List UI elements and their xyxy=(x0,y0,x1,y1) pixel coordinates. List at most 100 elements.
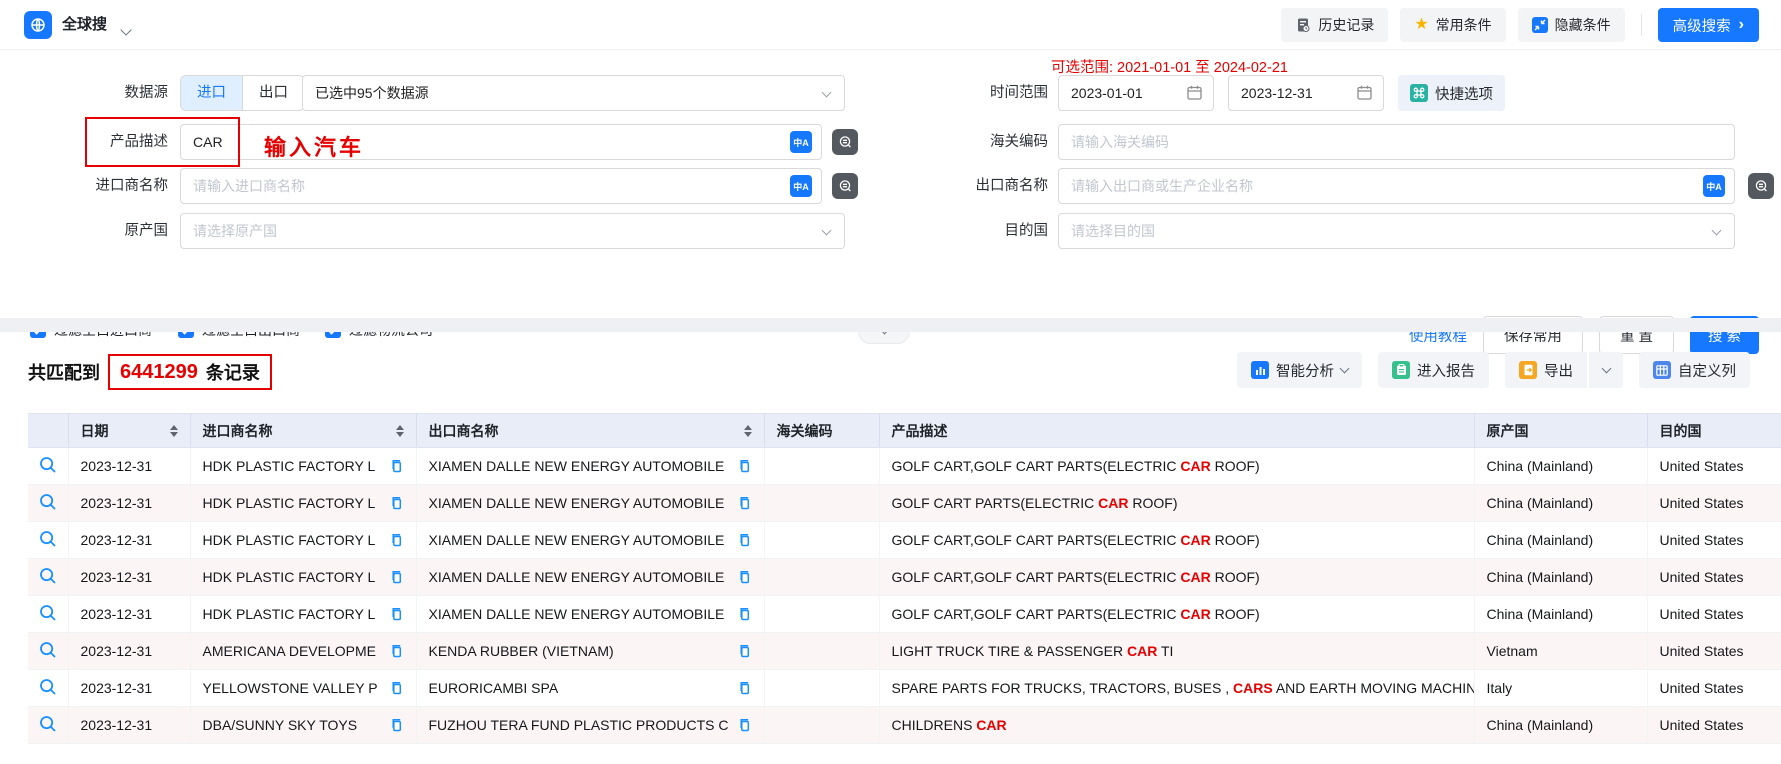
chevron-down-icon xyxy=(822,88,832,98)
smart-analysis-label: 智能分析 xyxy=(1276,360,1334,381)
view-detail-icon[interactable] xyxy=(38,677,58,697)
row-destination: United States xyxy=(1660,458,1744,474)
hide-conditions-button[interactable]: 隐藏条件 xyxy=(1518,8,1625,42)
row-destination: United States xyxy=(1660,606,1744,622)
hs-code-cell xyxy=(764,670,879,707)
copy-icon[interactable] xyxy=(389,458,404,474)
fuzzy-match-toggle-icon[interactable] xyxy=(832,173,858,199)
export-more-button[interactable] xyxy=(1589,352,1623,388)
header-date[interactable]: 日期 xyxy=(68,414,190,448)
row-importer: HDK PLASTIC FACTORY L xyxy=(203,458,376,474)
origin-country-placeholder: 请选择原产国 xyxy=(193,221,277,241)
copy-icon[interactable] xyxy=(389,532,404,548)
copy-icon[interactable] xyxy=(389,606,404,622)
sort-icon[interactable] xyxy=(170,425,178,437)
advanced-search-button[interactable]: 高级搜索 › xyxy=(1658,8,1759,42)
columns-icon xyxy=(1653,361,1671,379)
sort-icon[interactable] xyxy=(744,425,752,437)
export-button[interactable]: 导出 xyxy=(1505,352,1587,388)
row-destination: United States xyxy=(1660,532,1744,548)
destination-cell: United States xyxy=(1647,522,1781,559)
available-range-note: 可选范围: 2021-01-01 至 2024-02-21 xyxy=(1051,56,1288,77)
date-cell: 2023-12-31 xyxy=(68,559,190,596)
fuzzy-match-toggle-icon[interactable] xyxy=(832,129,858,155)
favorites-button[interactable]: ★ 常用条件 xyxy=(1400,8,1505,42)
exporter-input[interactable] xyxy=(1058,168,1735,204)
sort-icon[interactable] xyxy=(396,425,404,437)
view-detail-icon[interactable] xyxy=(38,566,58,586)
copy-icon[interactable] xyxy=(737,495,752,511)
table-row: 2023-12-31 HDK PLASTIC FACTORY L XIAMEN … xyxy=(28,596,1781,633)
desc-post: ROOF) xyxy=(1211,606,1260,622)
table-row: 2023-12-31 HDK PLASTIC FACTORY L XIAMEN … xyxy=(28,522,1781,559)
translate-icon[interactable]: 中A xyxy=(1703,175,1725,197)
destination-cell: United States xyxy=(1647,448,1781,485)
translate-icon[interactable]: 中A xyxy=(790,131,812,153)
smart-analysis-button[interactable]: 智能分析 xyxy=(1237,352,1362,388)
custom-columns-button[interactable]: 自定义列 xyxy=(1639,352,1750,388)
copy-icon[interactable] xyxy=(737,569,752,585)
header-exporter[interactable]: 出口商名称 xyxy=(416,414,764,448)
desc-highlight: CAR xyxy=(1180,569,1210,585)
view-detail-icon[interactable] xyxy=(38,529,58,549)
header-importer[interactable]: 进口商名称 xyxy=(190,414,416,448)
copy-icon[interactable] xyxy=(737,680,752,696)
calendar-icon[interactable] xyxy=(1356,84,1373,101)
product-desc-cell: GOLF CART,GOLF CART PARTS(ELECTRIC CAR R… xyxy=(879,559,1474,596)
history-button[interactable]: 历史记录 xyxy=(1281,8,1388,42)
fuzzy-match-toggle-icon[interactable] xyxy=(1748,173,1774,199)
copy-icon[interactable] xyxy=(737,532,752,548)
quick-options-button[interactable]: 快捷选项 xyxy=(1398,75,1505,111)
copy-icon[interactable] xyxy=(737,643,752,659)
importer-cell: HDK PLASTIC FACTORY L xyxy=(190,596,416,633)
desc-highlight: CARS xyxy=(1233,680,1273,696)
copy-icon[interactable] xyxy=(389,495,404,511)
exporter-cell: XIAMEN DALLE NEW ENERGY AUTOMOBILE xyxy=(416,448,764,485)
copy-icon[interactable] xyxy=(737,717,752,733)
detail-cell xyxy=(28,707,68,744)
copy-icon[interactable] xyxy=(389,569,404,585)
product-desc-cell: GOLF CART PARTS(ELECTRIC CAR ROOF) xyxy=(879,485,1474,522)
exporter-cell: XIAMEN DALLE NEW ENERGY AUTOMOBILE xyxy=(416,559,764,596)
hs-code-input[interactable] xyxy=(1058,124,1735,160)
view-detail-icon[interactable] xyxy=(38,603,58,623)
view-detail-icon[interactable] xyxy=(38,455,58,475)
origin-country-select[interactable]: 请选择原产国 xyxy=(180,213,845,249)
export-split-button: 导出 xyxy=(1505,352,1623,388)
row-origin: Italy xyxy=(1487,680,1513,696)
enter-report-button[interactable]: 进入报告 xyxy=(1378,352,1489,388)
translate-icon[interactable]: 中A xyxy=(790,175,812,197)
origin-cell: China (Mainland) xyxy=(1474,485,1647,522)
view-detail-icon[interactable] xyxy=(38,492,58,512)
data-source-select[interactable]: 已选中95个数据源 xyxy=(302,75,845,111)
desc-highlight: CAR xyxy=(1180,532,1210,548)
row-exporter: XIAMEN DALLE NEW ENERGY AUTOMOBILE xyxy=(429,569,725,585)
desc-pre: CHILDRENS xyxy=(892,717,977,733)
view-detail-icon[interactable] xyxy=(38,714,58,734)
desc-post: ROOF) xyxy=(1211,458,1260,474)
copy-icon[interactable] xyxy=(737,606,752,622)
detail-cell xyxy=(28,485,68,522)
enter-report-label: 进入报告 xyxy=(1417,360,1475,381)
data-source-label: 数据源 xyxy=(30,75,168,111)
importer-input[interactable] xyxy=(180,168,822,204)
hs-code-cell xyxy=(764,596,879,633)
date-cell: 2023-12-31 xyxy=(68,596,190,633)
export-tab[interactable]: 出口 xyxy=(242,76,304,110)
exporter-cell: EURORICAMBI SPA xyxy=(416,670,764,707)
date-cell: 2023-12-31 xyxy=(68,448,190,485)
view-detail-icon[interactable] xyxy=(38,640,58,660)
copy-icon[interactable] xyxy=(389,717,404,733)
desc-post: ROOF) xyxy=(1211,569,1260,585)
importer-cell: HDK PLASTIC FACTORY L xyxy=(190,522,416,559)
product-annotation-text: 输入汽车 xyxy=(264,130,364,162)
copy-icon[interactable] xyxy=(389,680,404,696)
app-switcher-chevron-icon[interactable] xyxy=(122,21,130,37)
import-tab[interactable]: 进口 xyxy=(181,76,242,110)
copy-icon[interactable] xyxy=(737,458,752,474)
dest-country-select[interactable]: 请选择目的国 xyxy=(1058,213,1735,249)
calendar-icon[interactable] xyxy=(1186,84,1203,101)
copy-icon[interactable] xyxy=(389,643,404,659)
row-exporter: XIAMEN DALLE NEW ENERGY AUTOMOBILE xyxy=(429,606,725,622)
divider xyxy=(1641,14,1642,36)
